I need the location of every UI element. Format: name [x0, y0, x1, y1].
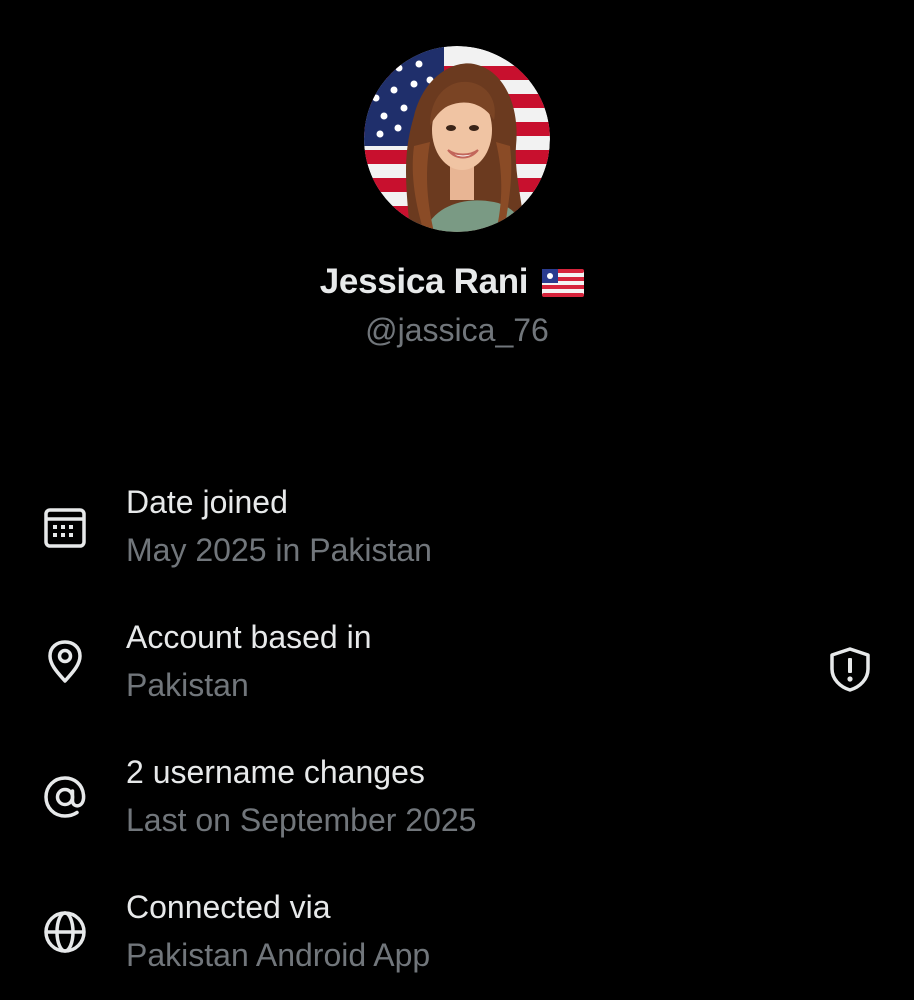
profile-header: Jessica Rani @jassica_76: [0, 0, 914, 380]
info-row-account-based-in: Account based in Pakistan: [0, 605, 914, 715]
row-subtitle: Pakistan Android App: [126, 937, 431, 973]
info-row-username-changes: 2 username changes Last on September 202…: [0, 740, 914, 850]
globe-icon: [40, 907, 90, 957]
display-name: Jessica Rani: [319, 262, 529, 301]
row-subtitle: May 2025 in Pakistan: [126, 532, 432, 568]
row-title: Date joined: [126, 484, 288, 520]
shield-alert-icon[interactable]: [824, 643, 876, 695]
avatar[interactable]: [364, 46, 550, 232]
avatar-image: [364, 46, 550, 232]
flag-emoji-icon: [542, 269, 585, 297]
info-row-connected-via: Connected via Pakistan Android App: [0, 875, 914, 985]
display-name-row: Jessica Rani: [0, 262, 904, 302]
at-sign-icon: [40, 772, 90, 822]
location-pin-icon: [40, 637, 90, 687]
row-subtitle: Last on September 2025: [126, 802, 477, 838]
user-handle: @jassica_76: [365, 312, 549, 348]
row-title: Account based in: [126, 619, 372, 655]
row-subtitle: Pakistan: [126, 667, 249, 703]
row-title: 2 username changes: [126, 754, 425, 790]
row-title: Connected via: [126, 889, 331, 925]
info-row-date-joined: Date joined May 2025 in Pakistan: [0, 470, 914, 580]
calendar-icon: [40, 502, 90, 552]
